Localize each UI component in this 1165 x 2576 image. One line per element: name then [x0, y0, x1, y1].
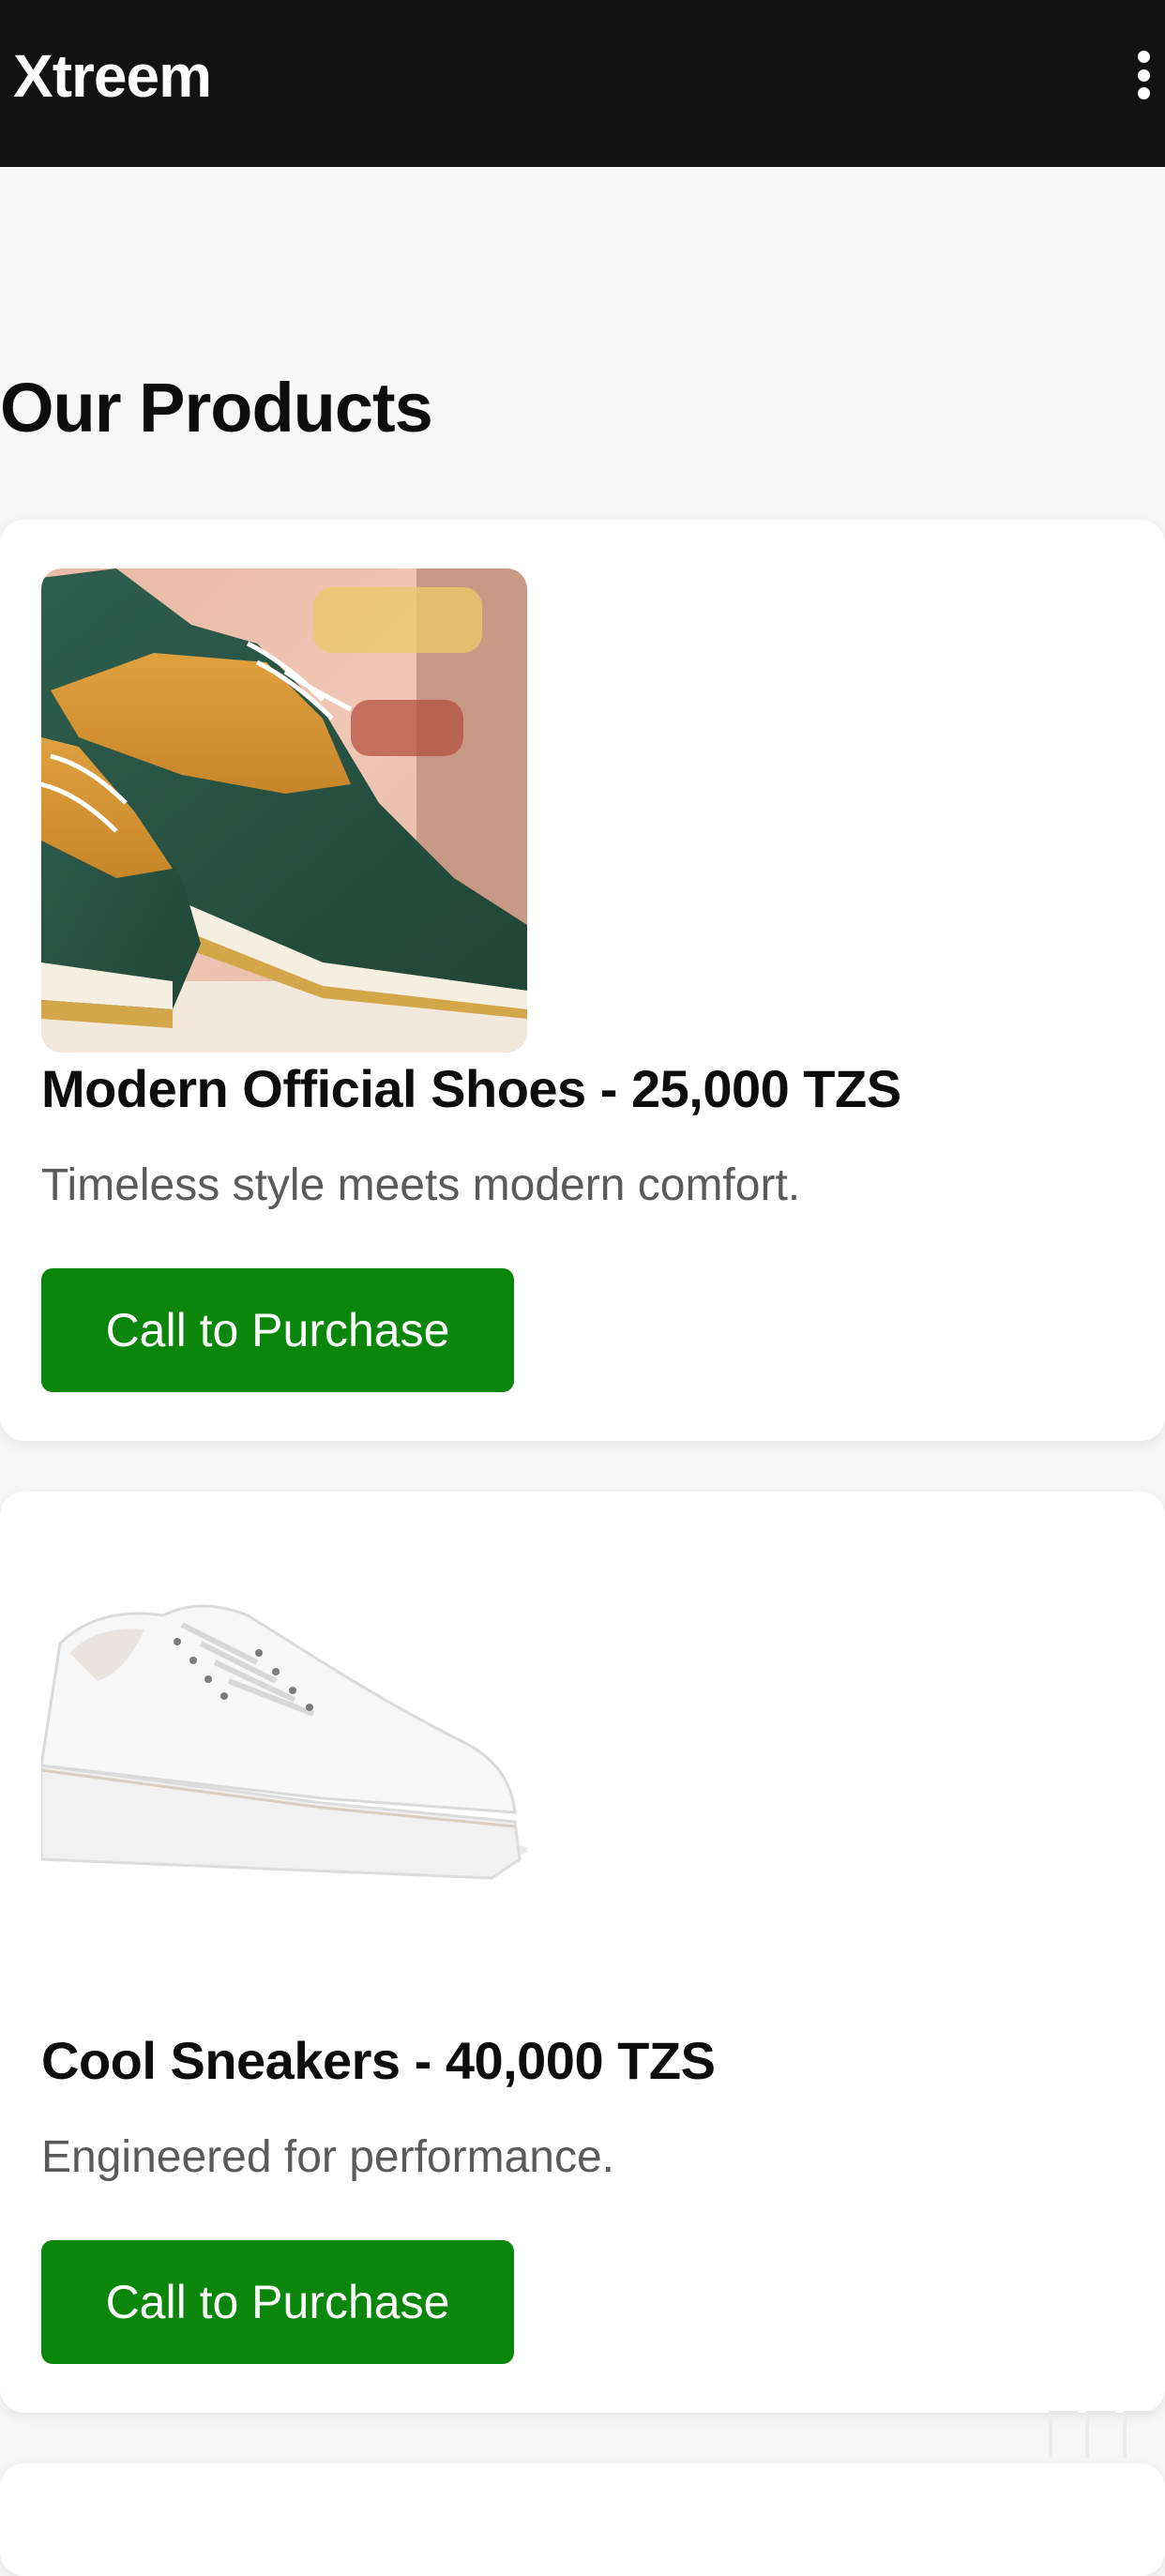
call-to-purchase-button[interactable]: Call to Purchase — [41, 2240, 514, 2364]
product-image-oxford-shoes — [41, 568, 527, 1053]
page-title: Our Products — [0, 369, 433, 447]
product-description: Engineered for performance. — [41, 2132, 615, 2182]
more-vertical-icon[interactable] — [1127, 41, 1159, 109]
product-card: Modern Official Shoes - 25,000 TZS Timel… — [0, 520, 1165, 1441]
product-name: Modern Official Shoes - 25,000 TZS — [41, 1059, 901, 1118]
product-description: Timeless style meets modern comfort. — [41, 1160, 801, 1210]
product-image-sneakers — [41, 1540, 527, 2024]
product-card: Cool Sneakers - 40,000 TZS Engineered fo… — [0, 1492, 1165, 2413]
decorative-divider — [1049, 2411, 1152, 2458]
product-card — [0, 2463, 1165, 2576]
app-title: Xtreem — [13, 42, 212, 110]
app-bar: Xtreem — [0, 0, 1165, 167]
call-to-purchase-button[interactable]: Call to Purchase — [41, 1268, 514, 1392]
product-name: Cool Sneakers - 40,000 TZS — [41, 2031, 716, 2090]
